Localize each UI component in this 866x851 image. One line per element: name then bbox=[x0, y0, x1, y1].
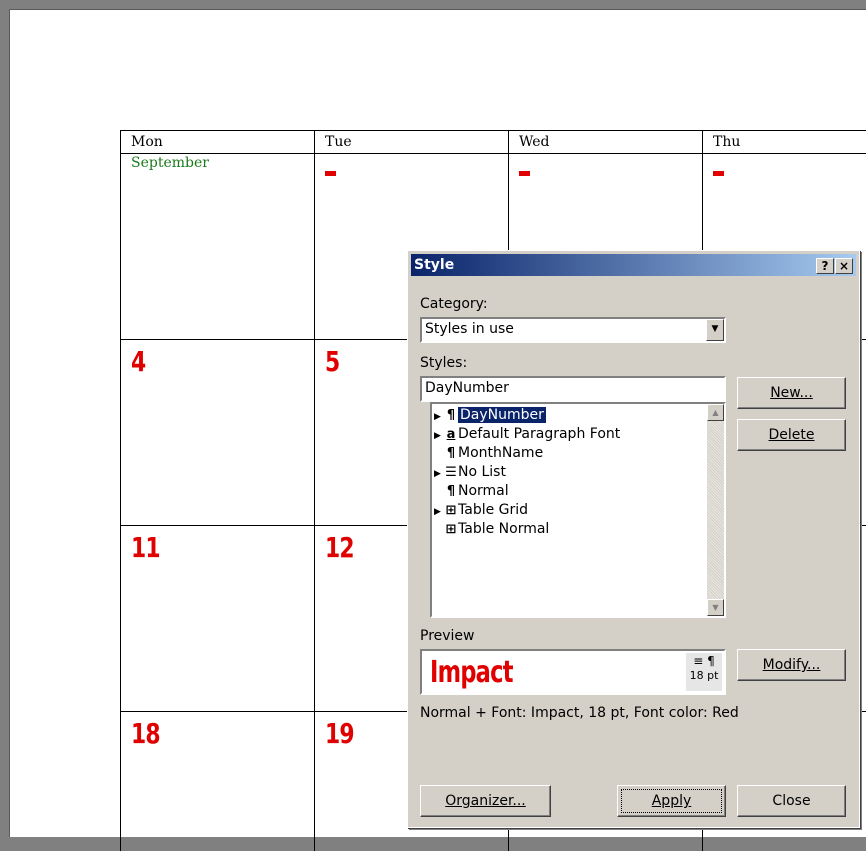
scroll-up-icon[interactable]: ▲ bbox=[707, 404, 724, 421]
day-number: 19 bbox=[325, 717, 355, 750]
list-item-no-list[interactable]: ▶ ☰No List bbox=[434, 463, 506, 482]
table-style-icon: ⊞ bbox=[445, 503, 457, 518]
category-label: Category: bbox=[420, 296, 488, 312]
scroll-down-icon[interactable]: ▼ bbox=[707, 599, 724, 616]
list-item-label: Default Paragraph Font bbox=[458, 426, 621, 442]
dialog-title: Style bbox=[414, 257, 455, 273]
align-paragraph-icon: ≡ ¶ bbox=[693, 654, 715, 668]
list-item-label: Table Grid bbox=[458, 502, 529, 518]
close-button[interactable]: Close bbox=[737, 785, 846, 817]
list-item-label: Table Normal bbox=[458, 521, 550, 537]
list-item-label: Normal bbox=[458, 483, 509, 499]
style-description: Normal + Font: Impact, 18 pt, Font color… bbox=[420, 705, 739, 721]
styles-input[interactable]: DayNumber bbox=[420, 376, 726, 402]
preview-box: Impact ≡ ¶ 18 pt bbox=[420, 649, 726, 695]
chevron-down-icon[interactable]: ▼ bbox=[706, 319, 724, 341]
list-style-icon: ☰ bbox=[445, 465, 457, 480]
styles-list[interactable]: ▶ ¶ DayNumber ▶ a Default Paragraph Font ¶ Mo… bbox=[430, 402, 726, 618]
list-item-label: No List bbox=[458, 464, 506, 480]
organizer-button-label: Organizer... bbox=[445, 793, 526, 809]
paragraph-preview-icon: ≡ ¶ 18 pt bbox=[686, 653, 722, 691]
day-number: 4 bbox=[131, 345, 146, 378]
styles-scrollbar[interactable]: ▲ ▼ bbox=[707, 404, 724, 616]
preview-size: 18 pt bbox=[689, 669, 719, 682]
list-item-monthname[interactable]: ¶ MonthName bbox=[434, 444, 543, 463]
table-style-icon: ⊞ bbox=[445, 522, 457, 537]
cell-w1-mon[interactable]: September bbox=[120, 153, 315, 340]
list-item-label: DayNumber bbox=[458, 407, 546, 423]
modify-button[interactable]: Modify... bbox=[737, 649, 846, 681]
header-tue: Tue bbox=[314, 130, 509, 154]
close-button-label: Close bbox=[772, 793, 811, 809]
paragraph-icon: ¶ bbox=[446, 484, 456, 499]
day-number-dash bbox=[713, 171, 724, 176]
apply-button-label: Apply bbox=[651, 793, 692, 809]
paragraph-icon: ¶ bbox=[446, 408, 456, 423]
close-icon[interactable]: × bbox=[835, 258, 853, 274]
delete-button[interactable]: Delete bbox=[737, 419, 846, 451]
month-name: September bbox=[131, 155, 209, 171]
list-item-label: MonthName bbox=[458, 445, 544, 461]
list-item-normal[interactable]: ¶ Normal bbox=[434, 482, 509, 501]
category-select[interactable]: Styles in use ▼ bbox=[420, 317, 726, 343]
day-number: 5 bbox=[325, 345, 340, 378]
help-button[interactable]: ? bbox=[816, 258, 834, 274]
style-dialog: Style ? × Category: Styles in use ▼ Styl… bbox=[407, 250, 860, 828]
cell-w3-mon[interactable]: 11 bbox=[120, 525, 315, 712]
modify-button-label: Modify... bbox=[762, 657, 821, 673]
cell-w2-mon[interactable]: 4 bbox=[120, 339, 315, 526]
organizer-button[interactable]: Organizer... bbox=[420, 785, 551, 817]
list-item-daynumber[interactable]: ▶ ¶ DayNumber bbox=[434, 406, 546, 425]
paragraph-icon: ¶ bbox=[446, 446, 456, 461]
delete-button-label: Delete bbox=[768, 427, 815, 443]
day-number: 11 bbox=[131, 531, 161, 564]
styles-label: Styles: bbox=[420, 355, 468, 371]
list-item-table-grid[interactable]: ▶ ⊞ Table Grid bbox=[434, 501, 528, 520]
day-number: 18 bbox=[131, 717, 161, 750]
new-button[interactable]: New... bbox=[737, 377, 846, 409]
header-mon: Mon bbox=[120, 130, 315, 154]
category-value: Styles in use bbox=[425, 321, 514, 337]
header-thu: Thu bbox=[702, 130, 866, 154]
list-item-table-normal[interactable]: ⊞ Table Normal bbox=[434, 520, 550, 539]
character-style-icon: a bbox=[446, 427, 456, 442]
day-number: 12 bbox=[325, 531, 355, 564]
preview-label: Preview bbox=[420, 628, 475, 644]
dialog-titlebar[interactable]: Style ? × bbox=[411, 254, 856, 276]
preview-text: Impact bbox=[430, 655, 513, 690]
day-number-dash bbox=[325, 171, 336, 176]
day-number-dash bbox=[519, 171, 530, 176]
list-item-default-paragraph-font[interactable]: ▶ a Default Paragraph Font bbox=[434, 425, 620, 444]
cell-w4-mon[interactable]: 18 bbox=[120, 711, 315, 851]
apply-button[interactable]: Apply bbox=[617, 785, 726, 817]
new-button-label: New... bbox=[770, 385, 813, 401]
header-wed: Wed bbox=[508, 130, 703, 154]
